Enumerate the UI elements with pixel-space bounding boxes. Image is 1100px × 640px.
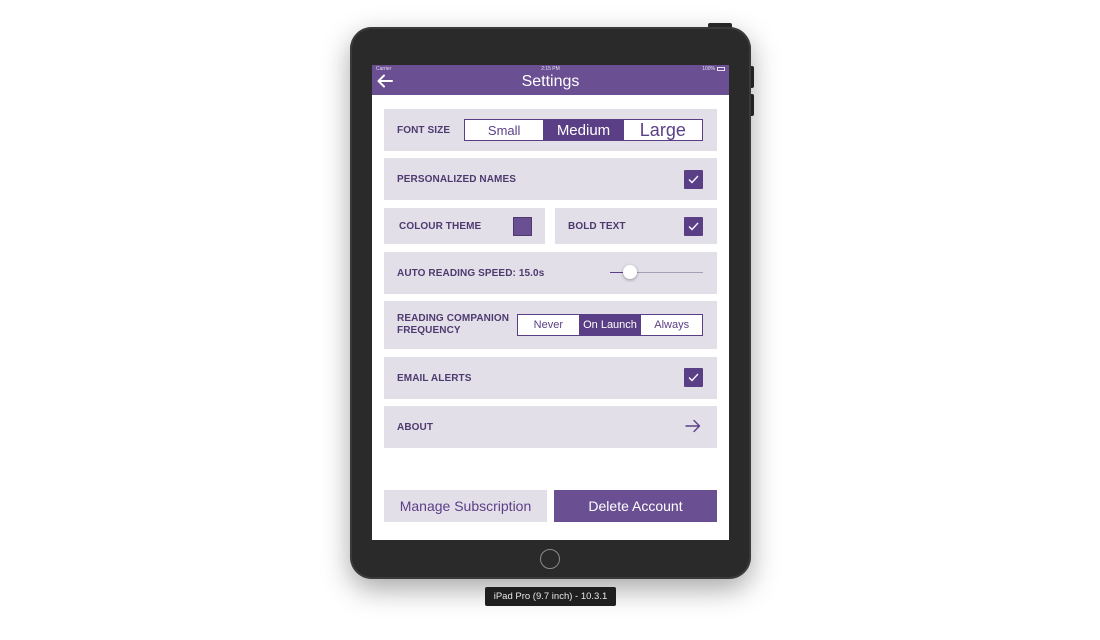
checkmark-icon — [688, 373, 699, 382]
status-battery-text: 100% — [702, 66, 715, 72]
companion-option-always[interactable]: Always — [640, 315, 702, 335]
font-size-segmented-control: Small Medium Large — [464, 119, 703, 141]
email-alerts-label: EMAIL ALERTS — [397, 373, 472, 384]
auto-reading-speed-row: AUTO READING SPEED: 15.0s — [384, 252, 717, 294]
personalized-names-label: PERSONALIZED NAMES — [397, 174, 517, 185]
companion-option-never[interactable]: Never — [518, 315, 579, 335]
email-alerts-row[interactable]: EMAIL ALERTS — [384, 357, 717, 399]
home-button[interactable] — [540, 549, 560, 569]
bold-text-label: BOLD TEXT — [568, 221, 626, 232]
font-size-label: FONT SIZE — [397, 125, 451, 136]
auto-reading-speed-label: AUTO READING SPEED: 15.0s — [397, 268, 545, 279]
page-title: Settings — [521, 73, 580, 90]
colour-theme-label: COLOUR THEME — [399, 221, 482, 232]
app-screen: Carrier 2:15 PM 100% Settings FONT SIZE … — [372, 65, 729, 540]
companion-option-on-launch[interactable]: On Launch — [578, 315, 641, 335]
arrow-right-icon[interactable] — [685, 419, 701, 433]
bold-text-checkbox[interactable] — [684, 217, 703, 236]
checkmark-icon — [688, 175, 699, 184]
bold-text-row[interactable]: BOLD TEXT — [555, 208, 717, 244]
status-time: 2:15 PM — [541, 66, 560, 72]
delete-account-button[interactable]: Delete Account — [554, 490, 717, 522]
font-size-option-medium[interactable]: Medium — [543, 120, 623, 140]
battery-icon — [717, 66, 725, 71]
colour-theme-row[interactable]: COLOUR THEME — [384, 208, 545, 244]
about-row[interactable]: ABOUT — [384, 406, 717, 448]
about-label: ABOUT — [397, 422, 434, 433]
personalized-names-checkbox[interactable] — [684, 170, 703, 189]
font-size-option-small[interactable]: Small — [465, 120, 543, 140]
manage-subscription-button[interactable]: Manage Subscription — [384, 490, 547, 522]
font-size-option-large[interactable]: Large — [622, 120, 702, 140]
personalized-names-row[interactable]: PERSONALIZED NAMES — [384, 158, 717, 200]
reading-companion-row: READING COMPANION FREQUENCY Never On Lau… — [384, 301, 717, 349]
reading-speed-slider-thumb[interactable] — [623, 265, 638, 279]
colour-theme-swatch[interactable] — [513, 217, 532, 236]
email-alerts-checkbox[interactable] — [684, 368, 703, 387]
simulator-device-label: iPad Pro (9.7 inch) - 10.3.1 — [485, 587, 616, 606]
status-battery: 100% — [702, 66, 725, 72]
reading-companion-segmented-control: Never On Launch Always — [517, 314, 703, 336]
font-size-row: FONT SIZE Small Medium Large — [384, 109, 717, 151]
checkmark-icon — [688, 222, 699, 231]
navigation-bar: Carrier 2:15 PM 100% Settings — [372, 65, 729, 95]
reading-companion-label: READING COMPANION FREQUENCY — [397, 313, 510, 336]
